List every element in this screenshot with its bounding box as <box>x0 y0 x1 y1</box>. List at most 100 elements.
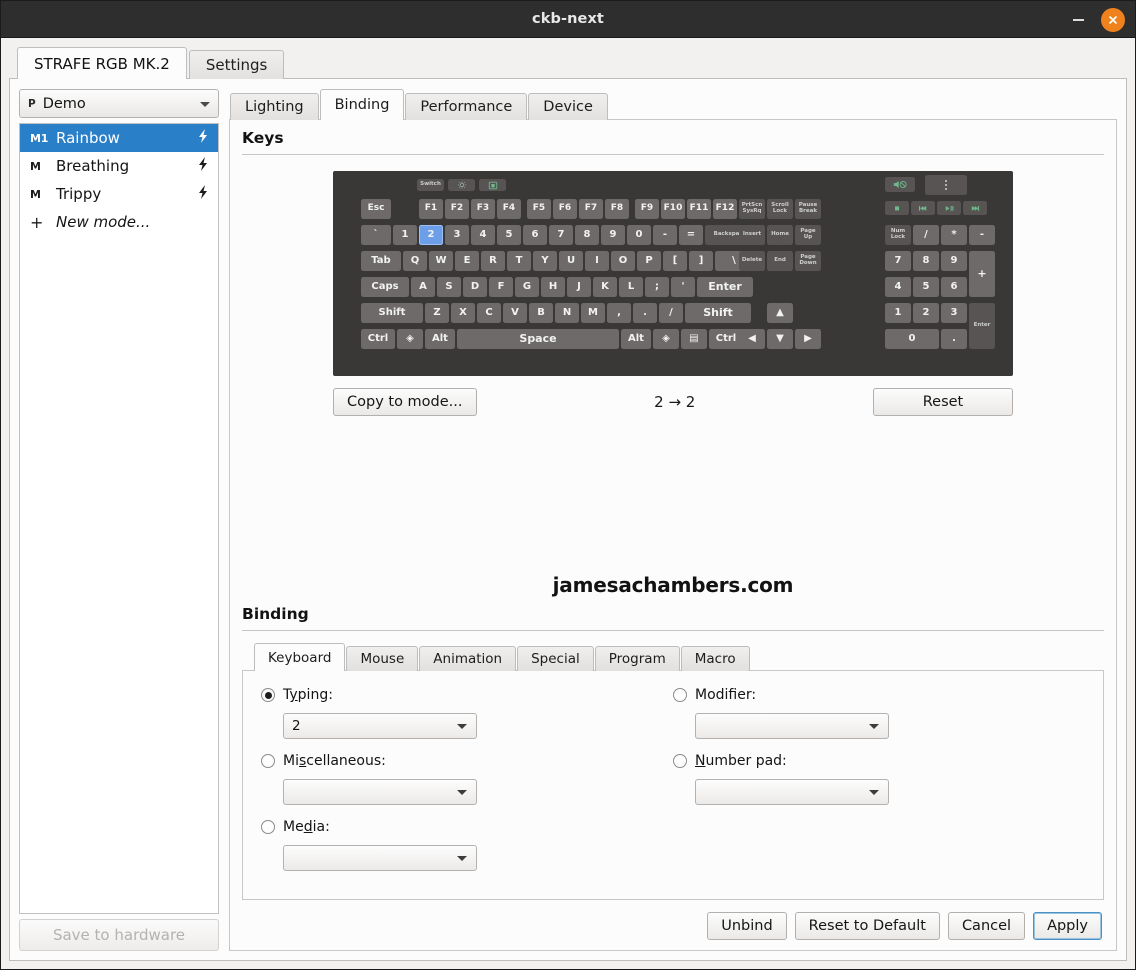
tab-device[interactable]: Device <box>528 93 608 120</box>
key-slash[interactable]: / <box>659 303 683 323</box>
key-backtick[interactable]: ` <box>361 225 391 245</box>
key-quote[interactable]: ' <box>671 277 695 297</box>
key-f6[interactable]: F6 <box>553 199 577 219</box>
modifier-dropdown[interactable] <box>695 713 889 739</box>
key-rctrl[interactable]: Ctrl <box>709 329 743 349</box>
key-pageup[interactable]: Page Up <box>795 225 821 245</box>
key-g[interactable]: G <box>515 277 539 297</box>
key-c[interactable]: C <box>477 303 501 323</box>
key-equals[interactable]: = <box>679 225 703 245</box>
key-period[interactable]: . <box>633 303 657 323</box>
key-mute[interactable] <box>885 177 915 192</box>
tab-binding[interactable]: Binding <box>319 89 405 120</box>
key-numpad-4[interactable]: 4 <box>885 277 911 297</box>
key-x[interactable]: X <box>451 303 475 323</box>
key-8[interactable]: 8 <box>575 225 599 245</box>
key-s[interactable]: S <box>437 277 461 297</box>
typing-dropdown[interactable]: 2 <box>283 713 477 739</box>
key-rsuper[interactable]: ◈ <box>653 329 679 349</box>
tab-settings[interactable]: Settings <box>188 50 285 79</box>
key-arrow-left[interactable]: ◀ <box>739 329 765 349</box>
mode-item-new-mode[interactable]: + New mode... <box>20 208 218 236</box>
key-printscreen[interactable]: PrtScn SysRq <box>739 199 765 219</box>
key-1[interactable]: 1 <box>393 225 417 245</box>
modifier-radio-row[interactable]: Modifier: <box>673 685 1085 705</box>
key-f9[interactable]: F9 <box>635 199 659 219</box>
key-scrolllock[interactable]: Scroll Lock <box>767 199 793 219</box>
key-p[interactable]: P <box>637 251 661 271</box>
reset-button[interactable]: Reset <box>873 388 1013 416</box>
tab-lighting[interactable]: Lighting <box>230 93 319 120</box>
cancel-button[interactable]: Cancel <box>947 912 1026 940</box>
key-home[interactable]: Home <box>767 225 793 245</box>
media-radio[interactable] <box>261 820 275 834</box>
typing-radio-row[interactable]: Typing: <box>261 685 673 705</box>
key-pagedown[interactable]: Page Down <box>795 251 821 271</box>
mode-item-rainbow[interactable]: M1 Rainbow <box>20 124 218 152</box>
media-dropdown[interactable] <box>283 845 477 871</box>
key-f4[interactable]: F4 <box>497 199 521 219</box>
tab-program[interactable]: Program <box>594 646 680 671</box>
key-end[interactable]: End <box>767 251 793 271</box>
key-numpad-0[interactable]: 0 <box>885 329 939 349</box>
key-numpad-minus[interactable]: - <box>969 225 995 245</box>
tab-strafe-rgb-mk2[interactable]: STRAFE RGB MK.2 <box>17 47 187 79</box>
mode-item-breathing[interactable]: M Breathing <box>20 152 218 180</box>
key-l[interactable]: L <box>619 277 643 297</box>
key-4[interactable]: 4 <box>471 225 495 245</box>
key-f8[interactable]: F8 <box>605 199 629 219</box>
profile-selector[interactable]: P Demo <box>19 89 219 118</box>
key-d[interactable]: D <box>463 277 487 297</box>
key-numpad-plus[interactable]: + <box>969 251 995 297</box>
key-a[interactable]: A <box>411 277 435 297</box>
key-numpad-8[interactable]: 8 <box>913 251 939 271</box>
key-0[interactable]: 0 <box>627 225 651 245</box>
key-esc[interactable]: Esc <box>361 199 391 219</box>
key-tab[interactable]: Tab <box>361 251 401 271</box>
key-k[interactable]: K <box>593 277 617 297</box>
numberpad-dropdown[interactable] <box>695 779 889 805</box>
key-numpad-1[interactable]: 1 <box>885 303 911 323</box>
key-volume-wheel[interactable] <box>925 175 967 195</box>
key-f10[interactable]: F10 <box>661 199 685 219</box>
miscellaneous-dropdown[interactable] <box>283 779 477 805</box>
key-brightness[interactable] <box>448 179 475 191</box>
key-q[interactable]: Q <box>403 251 427 271</box>
key-semicolon[interactable]: ; <box>645 277 669 297</box>
key-9[interactable]: 9 <box>601 225 625 245</box>
key-lalt[interactable]: Alt <box>425 329 455 349</box>
key-y[interactable]: Y <box>533 251 557 271</box>
key-numpad-2[interactable]: 2 <box>913 303 939 323</box>
key-o[interactable]: O <box>611 251 635 271</box>
keyboard-widget[interactable]: Switch Esc F1 F2 F3 F4 F5 F6 F7 F8 F9 F10 F11 F12 PrtS… <box>333 171 1013 376</box>
key-numpad-7[interactable]: 7 <box>885 251 911 271</box>
key-r[interactable]: R <box>481 251 505 271</box>
key-5[interactable]: 5 <box>497 225 521 245</box>
key-f11[interactable]: F11 <box>687 199 711 219</box>
tab-special[interactable]: Special <box>517 646 594 671</box>
key-f5[interactable]: F5 <box>527 199 551 219</box>
miscellaneous-radio[interactable] <box>261 754 275 768</box>
key-minus[interactable]: - <box>653 225 677 245</box>
key-f1[interactable]: F1 <box>419 199 443 219</box>
key-numpad-period[interactable]: . <box>941 329 967 349</box>
key-z[interactable]: Z <box>425 303 449 323</box>
key-play-pause[interactable] <box>937 201 961 215</box>
key-lbracket[interactable]: [ <box>663 251 687 271</box>
key-previous[interactable] <box>911 201 935 215</box>
key-numpad-enter[interactable]: Enter <box>969 303 995 349</box>
mode-item-trippy[interactable]: M Trippy <box>20 180 218 208</box>
key-next[interactable] <box>963 201 987 215</box>
close-icon[interactable] <box>1101 7 1125 32</box>
key-i[interactable]: I <box>585 251 609 271</box>
key-numpad-5[interactable]: 5 <box>913 277 939 297</box>
key-menu[interactable]: ▤ <box>681 329 707 349</box>
key-e[interactable]: E <box>455 251 479 271</box>
key-7[interactable]: 7 <box>549 225 573 245</box>
reset-to-default-button[interactable]: Reset to Default <box>794 912 940 940</box>
save-to-hardware-button[interactable]: Save to hardware <box>19 919 219 951</box>
media-radio-row[interactable]: Media: <box>261 817 673 837</box>
key-w[interactable]: W <box>429 251 453 271</box>
key-switch[interactable]: Switch <box>417 179 444 191</box>
key-b[interactable]: B <box>529 303 553 323</box>
